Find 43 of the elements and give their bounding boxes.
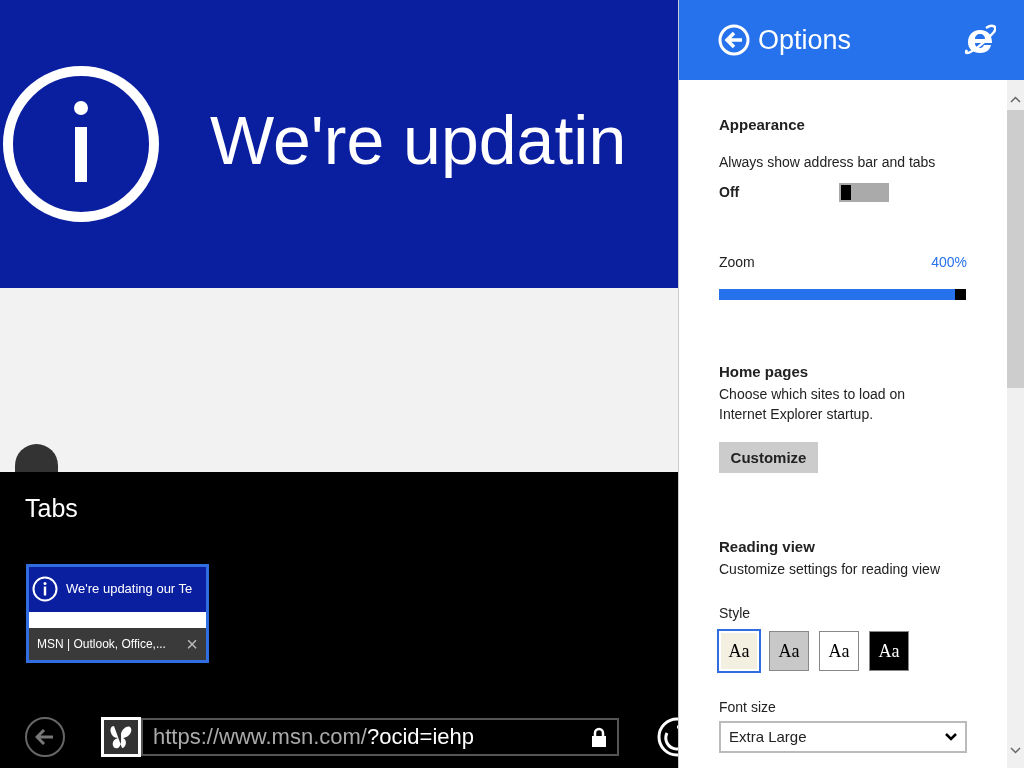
- style-label: Style: [719, 604, 752, 623]
- font-size-dropdown[interactable]: Extra Large: [719, 721, 967, 753]
- section-heading: Home pages: [719, 362, 810, 382]
- zoom-slider[interactable]: [719, 289, 966, 300]
- refresh-icon[interactable]: [655, 716, 678, 757]
- scrollbar[interactable]: [1007, 80, 1024, 768]
- setting-label: Always show address bar and tabs: [719, 153, 937, 172]
- back-button[interactable]: [25, 716, 65, 757]
- toggle-switch[interactable]: [839, 182, 889, 202]
- section-description: Customize settings for reading view: [719, 560, 941, 579]
- slider-thumb[interactable]: [955, 289, 966, 300]
- tabs-title: Tabs: [25, 493, 79, 524]
- zoom-reading: 400%: [931, 253, 967, 272]
- style-swatch[interactable]: Aa: [819, 631, 859, 671]
- section-heading: Reading view: [719, 537, 816, 557]
- url-text: https://www.msn.com/?ocid=iehp: [153, 723, 475, 751]
- style-swatch[interactable]: Aa: [869, 631, 909, 671]
- zoom-label: Zoom: [719, 253, 755, 272]
- section-description: Choose which sites to load on Internet Explorer startup.: [719, 385, 906, 424]
- dark-shape: [15, 444, 58, 472]
- tab-preview-text: We're updating our Te: [66, 580, 193, 599]
- section-heading: Appearance: [719, 115, 806, 135]
- lock-icon: [591, 726, 607, 747]
- chevron-down-icon: [945, 733, 957, 741]
- style-swatch[interactable]: Aa: [769, 631, 809, 671]
- customize-button[interactable]: Customize: [719, 442, 818, 473]
- toggle-state: Off: [719, 183, 741, 202]
- browser-logo-icon: [964, 24, 996, 56]
- font-size-label: Font size: [719, 698, 777, 717]
- back-icon[interactable]: [718, 24, 750, 56]
- scroll-thumb[interactable]: [1007, 110, 1024, 388]
- tab-title: MSN | Outlook, Office,...: [37, 635, 167, 653]
- scroll-up-icon[interactable]: [1010, 96, 1021, 103]
- style-swatch[interactable]: Aa: [719, 631, 759, 671]
- close-button[interactable]: ×: [186, 633, 198, 654]
- info-icon: [2, 65, 160, 223]
- address-field[interactable]: https://www.msn.com/?ocid=iehp: [141, 717, 619, 756]
- scroll-down-icon[interactable]: [1010, 747, 1021, 754]
- back-arrow-icon: [35, 728, 55, 745]
- tab-thumbnail[interactable]: We're updating our Te MSN | Outlook, Office,... ×: [26, 563, 209, 663]
- page-heading: We're updatin: [210, 106, 627, 180]
- info-icon: [32, 576, 58, 602]
- options-title: Options: [758, 23, 853, 57]
